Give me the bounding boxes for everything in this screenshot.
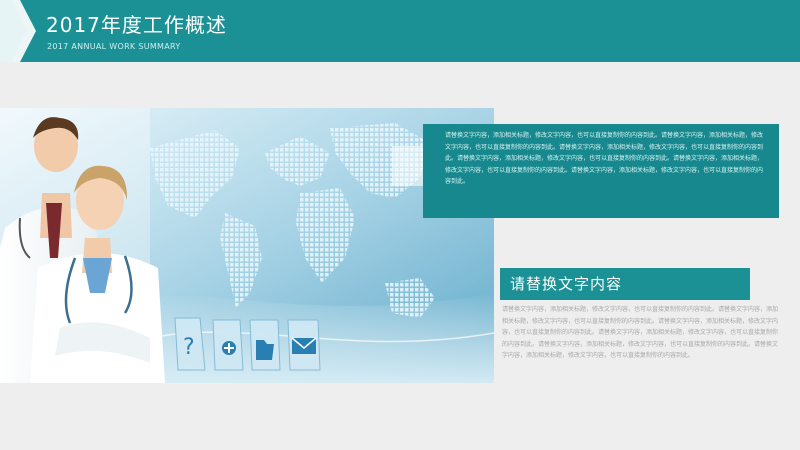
summary-text: 请替换文字内容，添加相关标题，修改文字内容，也可以直接复制你的内容到此。请替换文…	[445, 132, 764, 185]
section-title: 请替换文字内容	[510, 275, 623, 293]
add-document-icon	[212, 319, 244, 371]
summary-panel: 请替换文字内容，添加相关标题，修改文字内容，也可以直接复制你的内容到此。请替换文…	[423, 124, 779, 218]
help-icon: ?	[174, 317, 206, 371]
page-title: 2017年度工作概述	[46, 13, 227, 37]
mail-icon	[287, 319, 321, 371]
title-bar: 2017年度工作概述 2017 ANNUAL WORK SUMMARY	[0, 0, 800, 62]
svg-text:?: ?	[183, 335, 195, 360]
section-title-bar: 请替换文字内容	[500, 268, 750, 300]
open-folder-icon	[249, 319, 281, 371]
chevron-decoration	[0, 0, 36, 62]
section-body-text: 请替换文字内容，添加相关标题，修改文字内容，也可以直接复制你的内容到此。请替换文…	[502, 306, 779, 359]
panel-accent	[392, 146, 423, 186]
page-subtitle: 2017 ANNUAL WORK SUMMARY	[47, 42, 181, 51]
